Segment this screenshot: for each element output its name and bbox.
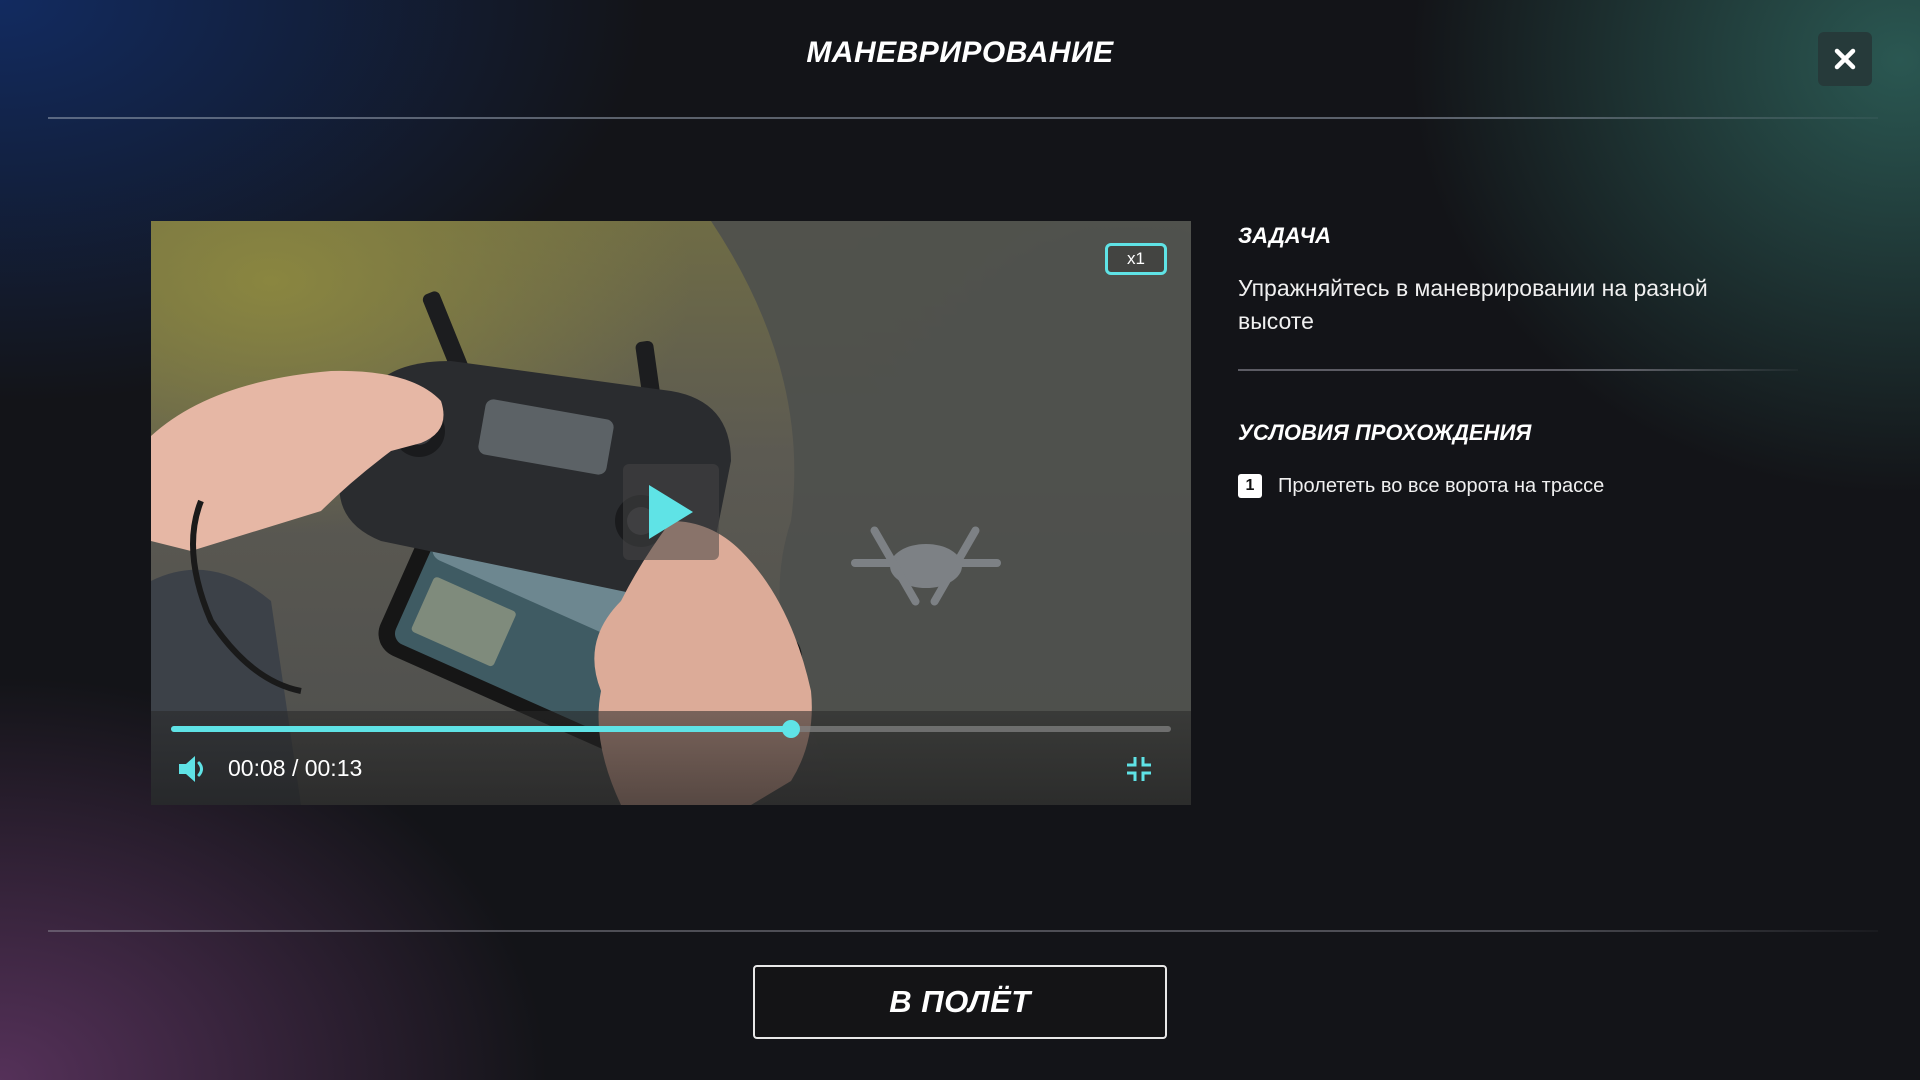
exit-fullscreen-button[interactable]	[1125, 755, 1153, 783]
task-heading: ЗАДАЧА	[1238, 223, 1331, 248]
exit-fullscreen-icon	[1127, 757, 1151, 781]
playback-speed-button[interactable]: x1	[1105, 243, 1167, 275]
video-player[interactable]: x1 00:08 / 00:13	[151, 221, 1191, 805]
close-icon	[1834, 48, 1856, 70]
condition-item: 1 Пролететь во все ворота на трассе	[1238, 474, 1604, 498]
conditions-heading: УСЛОВИЯ ПРОХОЖДЕНИЯ	[1238, 420, 1532, 445]
footer-divider	[48, 930, 1878, 932]
seek-bar-fill	[171, 726, 791, 732]
seek-bar-handle[interactable]	[782, 720, 800, 738]
volume-button[interactable]	[177, 753, 207, 785]
play-icon	[649, 485, 693, 539]
seek-bar[interactable]	[171, 720, 1171, 738]
condition-number-badge: 1	[1238, 474, 1262, 498]
panel-divider	[1238, 369, 1798, 371]
page-title: МАНЕВРИРОВАНИЕ	[806, 36, 1114, 69]
volume-icon	[179, 756, 203, 782]
header-divider	[48, 117, 1878, 119]
close-button[interactable]	[1818, 32, 1872, 86]
condition-text: Пролететь во все ворота на трассе	[1278, 474, 1605, 497]
play-button[interactable]	[623, 464, 719, 560]
playback-time: 00:08 / 00:13	[228, 755, 363, 781]
task-description: Упражняйтесь в маневрировании на разной …	[1238, 275, 1708, 334]
start-flight-button[interactable]: В ПОЛЁТ	[753, 965, 1167, 1039]
mission-briefing-screen: МАНЕВРИРОВАНИЕ x1 00:08 / 00:13 ЗАДАЧА У…	[0, 0, 1920, 1080]
